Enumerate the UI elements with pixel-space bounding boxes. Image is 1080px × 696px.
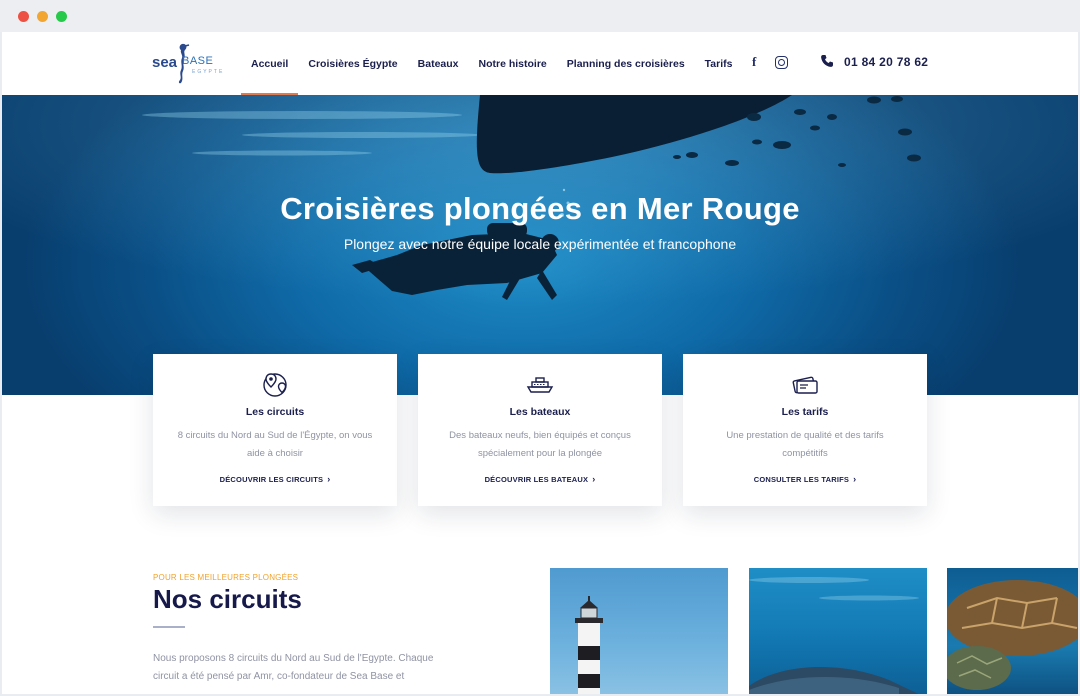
discover-boats-link[interactable]: DÉCOUVRIR LES BATEAUX › bbox=[418, 474, 662, 484]
nav-bateaux[interactable]: Bateaux bbox=[408, 32, 469, 95]
card-title: Les circuits bbox=[245, 406, 305, 418]
minimize-window-icon[interactable] bbox=[37, 11, 48, 22]
price-tag-icon bbox=[792, 376, 818, 394]
section-divider bbox=[153, 626, 185, 628]
phone-number[interactable]: 01 84 20 78 62 bbox=[844, 55, 928, 69]
site-header: sea BASE EGYPTE Accueil Croisières Égypt… bbox=[2, 32, 1078, 95]
sea-base-logo[interactable]: sea BASE EGYPTE bbox=[152, 40, 224, 86]
logo-subtitle: EGYPTE bbox=[192, 69, 225, 75]
circuit-photo-dolphin[interactable] bbox=[749, 568, 927, 694]
nav-notre-histoire[interactable]: Notre histoire bbox=[469, 32, 557, 95]
cta-label: DÉCOUVRIR LES CIRCUITS bbox=[219, 475, 324, 484]
circuit-photo-turtle[interactable] bbox=[947, 568, 1078, 694]
logo-word-base: BASE bbox=[182, 55, 214, 67]
circuit-photo-lighthouse[interactable] bbox=[550, 568, 728, 694]
nav-tarifs[interactable]: Tarifs bbox=[695, 32, 743, 95]
chevron-right-icon: › bbox=[327, 474, 331, 484]
hero-banner: Croisières plongées en Mer Rouge Plongez… bbox=[2, 95, 1078, 395]
nav-croisieres-egypte[interactable]: Croisières Égypte bbox=[298, 32, 407, 95]
facebook-icon[interactable]: f bbox=[752, 54, 756, 70]
view-prices-link[interactable]: CONSULTER LES TARIFS › bbox=[683, 474, 927, 484]
cta-label: CONSULTER LES TARIFS bbox=[753, 475, 850, 484]
turtle-image bbox=[947, 580, 1078, 690]
nav-accueil[interactable]: Accueil bbox=[241, 32, 299, 95]
card-text: 8 circuits du Nord au Sud de l'Égypte, o… bbox=[177, 430, 373, 459]
chevron-right-icon: › bbox=[592, 474, 596, 484]
lighthouse-image bbox=[575, 596, 603, 694]
hero-title: Croisières plongées en Mer Rouge bbox=[280, 191, 800, 226]
card-tarifs[interactable]: Les tarifs Une prestation de qualité et … bbox=[683, 354, 927, 506]
section-text: Nous proposons 8 circuits du Nord au Sud… bbox=[153, 653, 434, 682]
map-pins-icon bbox=[263, 373, 287, 397]
browser-chrome bbox=[0, 0, 1080, 32]
boat-icon bbox=[526, 377, 554, 393]
cta-label: DÉCOUVRIR LES BATEAUX bbox=[484, 475, 589, 484]
chevron-right-icon: › bbox=[853, 474, 857, 484]
close-window-icon[interactable] bbox=[18, 11, 29, 22]
card-text: Des bateaux neufs, bien équipés et conçu… bbox=[449, 430, 631, 459]
card-bateaux[interactable]: Les bateaux Des bateaux neufs, bien équi… bbox=[418, 354, 662, 506]
instagram-icon[interactable] bbox=[775, 56, 788, 69]
hero-subtitle: Plongez avec notre équipe locale expérim… bbox=[343, 236, 737, 252]
discover-circuits-link[interactable]: DÉCOUVRIR LES CIRCUITS › bbox=[153, 474, 397, 484]
card-title: Les bateaux bbox=[509, 406, 571, 418]
main-nav: Accueil Croisières Égypte Bateaux Notre … bbox=[241, 32, 743, 95]
section-eyebrow: POUR LES MEILLEURES PLONGÉES bbox=[153, 573, 299, 582]
section-title: Nos circuits bbox=[153, 584, 302, 614]
card-circuits[interactable]: Les circuits 8 circuits du Nord au Sud d… bbox=[153, 354, 397, 506]
maximize-window-icon[interactable] bbox=[56, 11, 67, 22]
dolphin-image bbox=[749, 577, 919, 694]
card-text: Une prestation de qualité et des tarifs … bbox=[726, 430, 884, 459]
page-viewport: sea BASE EGYPTE Accueil Croisières Égypt… bbox=[2, 32, 1078, 694]
card-title: Les tarifs bbox=[781, 406, 829, 418]
nav-planning[interactable]: Planning des croisières bbox=[557, 32, 695, 95]
phone-icon[interactable] bbox=[820, 54, 834, 68]
